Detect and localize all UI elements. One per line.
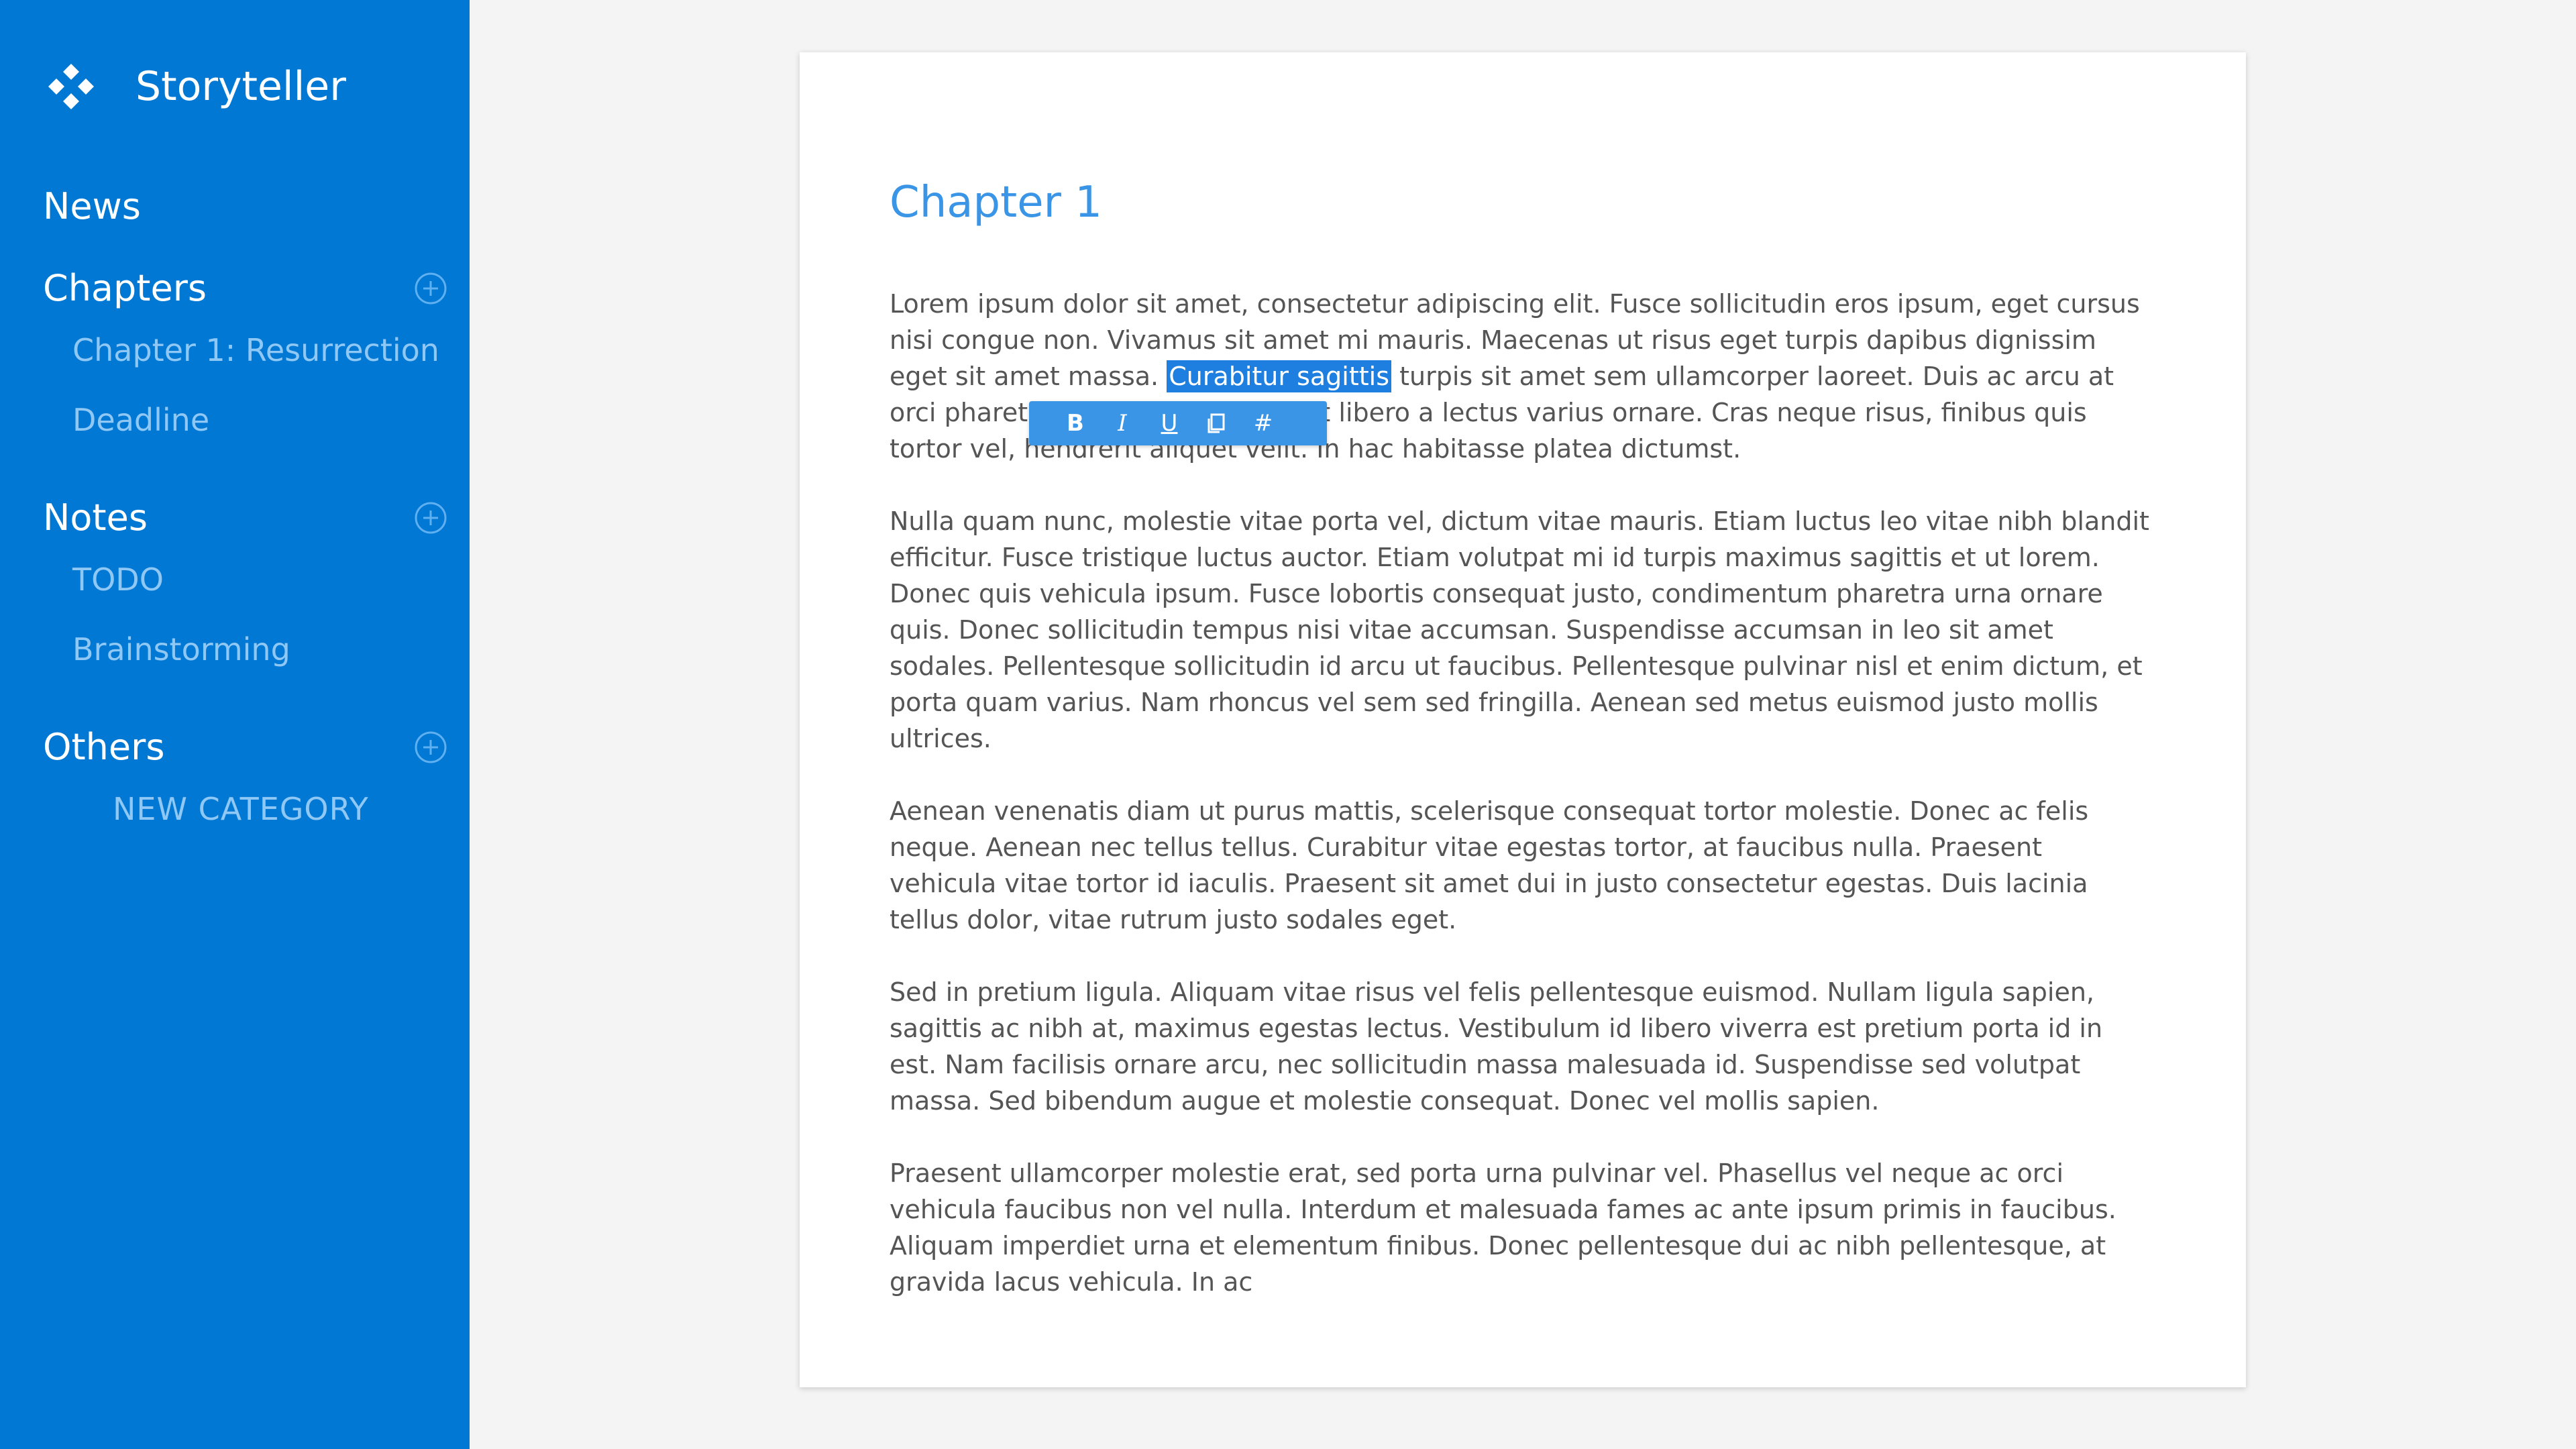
nav-item-news[interactable]: News	[0, 180, 470, 233]
paragraph[interactable]: Nulla quam nunc, molestie vitae porta ve…	[890, 503, 2151, 757]
add-category-button[interactable]	[413, 730, 448, 765]
nav-item-chapters[interactable]: Chapters	[0, 262, 470, 315]
nav-item-notes-label: Notes	[43, 496, 148, 539]
format-toolbar: B I U #	[1029, 401, 1327, 445]
plus-circle-icon	[415, 272, 447, 305]
plus-circle-icon	[415, 731, 447, 763]
new-category-button[interactable]: NEW CATEGORY	[0, 774, 470, 844]
italic-button[interactable]: I	[1099, 401, 1146, 445]
selected-text[interactable]: Curabitur sagittis	[1167, 360, 1392, 392]
nav-item-news-label: News	[43, 185, 141, 227]
sidebar-item-deadline[interactable]: Deadline	[0, 385, 470, 455]
document-page[interactable]: Chapter 1 Lorem ipsum dolor sit amet, co…	[800, 52, 2246, 1387]
paragraph[interactable]: Sed in pretium ligula. Aliquam vitae ris…	[890, 974, 2151, 1119]
paragraph[interactable]: Aenean venenatis diam ut purus mattis, s…	[890, 793, 2151, 938]
chapter-title[interactable]: Chapter 1	[890, 181, 1102, 224]
underline-button[interactable]: U	[1146, 401, 1193, 445]
nav-section-chapters: Chapters Chapter 1: Resurrection Deadlin…	[0, 262, 470, 455]
brand: Storyteller	[46, 59, 346, 114]
bold-button[interactable]: B	[1052, 401, 1099, 445]
sidebar-item-chapter-1[interactable]: Chapter 1: Resurrection	[0, 315, 470, 385]
add-chapter-button[interactable]	[413, 271, 448, 306]
diamond-cluster-logo-icon	[48, 64, 94, 109]
plus-circle-icon	[415, 502, 447, 534]
paragraph[interactable]: Praesent ullamcorper molestie erat, sed …	[890, 1155, 2151, 1300]
nav-item-others[interactable]: Others	[0, 720, 470, 774]
nav-item-notes[interactable]: Notes	[0, 491, 470, 545]
nav-item-chapters-label: Chapters	[43, 267, 207, 309]
sidebar-item-brainstorming[interactable]: Brainstorming	[0, 614, 470, 684]
sidebar: Storyteller News Chapters Chapter 1: Res…	[0, 0, 470, 1449]
app-title: Storyteller	[136, 63, 346, 110]
hashtag-button[interactable]: #	[1240, 401, 1287, 445]
add-note-button[interactable]	[413, 500, 448, 535]
nav-section-news: News	[0, 180, 470, 233]
sidebar-item-todo[interactable]: TODO	[0, 545, 470, 614]
nav-section-notes: Notes TODO Brainstorming	[0, 491, 470, 684]
nav-section-others: Others NEW CATEGORY	[0, 720, 470, 844]
copy-button[interactable]	[1193, 401, 1240, 445]
nav-item-others-label: Others	[43, 726, 165, 768]
copy-icon	[1208, 413, 1225, 433]
